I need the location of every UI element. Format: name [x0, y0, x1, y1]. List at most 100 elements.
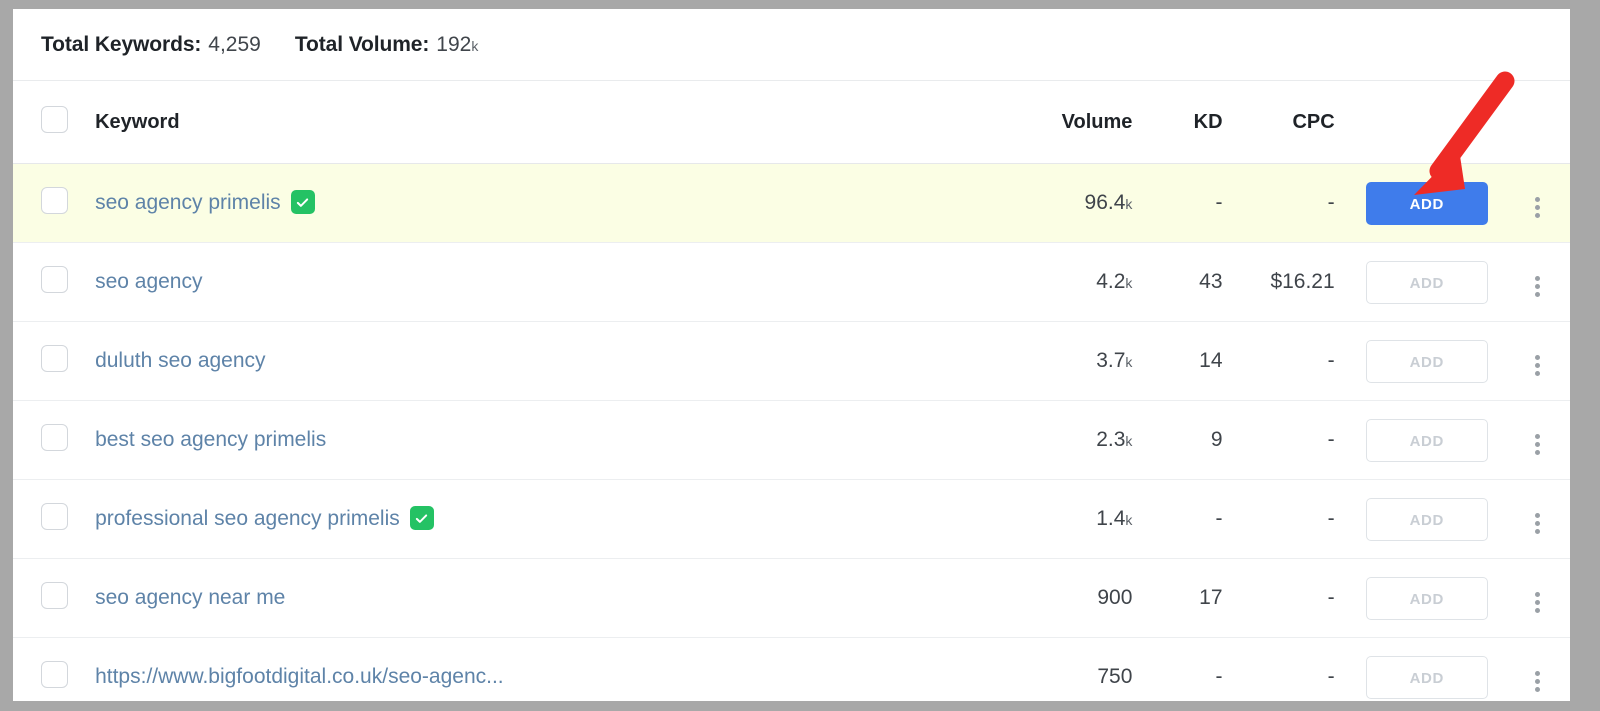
table-row[interactable]: best seo agency primelis 2.3k 9- ADD — [13, 400, 1570, 480]
add-action-cell: ADD — [1346, 637, 1507, 701]
row-menu-cell — [1506, 637, 1570, 701]
column-header-menu — [1506, 81, 1570, 164]
column-header-cpc[interactable]: CPC — [1226, 81, 1347, 164]
kd-cell: - — [1138, 479, 1227, 559]
keyword-link[interactable]: best seo agency primelis — [95, 428, 326, 451]
table-row[interactable]: seo agency 4.2k 43 $16.21 ADD — [13, 242, 1570, 322]
table-header: Keyword Volume KD CPC — [13, 81, 1570, 164]
row-menu-cell — [1506, 400, 1570, 480]
volume-unit: k — [1125, 433, 1133, 449]
summary-bar: Total Keywords: 4,259 Total Volume: 192 … — [13, 9, 1570, 81]
volume-cell: 96.4k — [1022, 163, 1139, 243]
row-select-checkbox[interactable] — [41, 187, 68, 214]
keyword-link[interactable]: seo agency — [95, 270, 202, 293]
volume-cell: 3.7k — [1022, 321, 1139, 401]
volume-value: 900 — [1097, 586, 1133, 609]
cpc-cell: - — [1226, 163, 1347, 243]
add-action-cell: ADD — [1346, 400, 1507, 480]
volume-unit: k — [1125, 275, 1133, 291]
kd-cell: 17 — [1138, 558, 1227, 638]
keyword-cell: duluth seo agency — [85, 321, 1023, 401]
cpc-cell: - — [1226, 558, 1347, 638]
volume-value: 750 — [1097, 665, 1133, 688]
add-button[interactable]: ADD — [1365, 497, 1488, 541]
keyword-cell: seo agency — [85, 242, 1023, 322]
cpc-cell: $16.21 — [1226, 242, 1347, 322]
volume-value: 3.7 — [1096, 349, 1126, 372]
more-options-icon[interactable] — [1535, 591, 1541, 613]
keyword-link[interactable]: https://www.bigfootdigital.co.uk/seo-age… — [95, 665, 504, 688]
total-keywords-stat: Total Keywords: 4,259 — [41, 33, 261, 57]
keyword-link[interactable]: seo agency primelis — [95, 191, 281, 214]
select-all-checkbox[interactable] — [41, 105, 68, 133]
row-select-checkbox[interactable] — [41, 266, 68, 293]
keyword-cell: seo agency primelis — [85, 163, 1023, 243]
add-action-cell: ADD — [1346, 558, 1507, 638]
more-options-icon[interactable] — [1535, 275, 1541, 297]
volume-cell: 2.3k — [1022, 400, 1139, 480]
column-header-volume[interactable]: Volume — [1022, 81, 1139, 164]
table-row[interactable]: https://www.bigfootdigital.co.uk/seo-age… — [13, 637, 1570, 701]
total-volume-unit: k — [471, 37, 479, 54]
more-options-icon[interactable] — [1535, 354, 1541, 376]
row-select-checkbox[interactable] — [41, 345, 68, 372]
row-menu-cell — [1506, 479, 1570, 559]
keyword-panel: Total Keywords: 4,259 Total Volume: 192 … — [13, 9, 1570, 701]
row-menu-cell — [1506, 558, 1570, 638]
kd-cell: - — [1138, 163, 1227, 243]
keyword-link[interactable]: seo agency near me — [95, 586, 285, 609]
table-body: seo agency primelis 96.4k - - ADD seo agency 4… — [13, 163, 1570, 701]
cpc-cell: - — [1226, 400, 1347, 480]
total-keywords-value: 4,259 — [208, 32, 261, 56]
row-select-checkbox[interactable] — [41, 582, 68, 609]
row-select-checkbox[interactable] — [41, 503, 68, 530]
keyword-link[interactable]: professional seo agency primelis — [95, 507, 400, 530]
keyword-cell: best seo agency primelis — [85, 400, 1023, 480]
column-header-kd[interactable]: KD — [1138, 81, 1227, 164]
row-select-cell — [13, 321, 86, 401]
row-select-cell — [13, 637, 86, 701]
header-row: Keyword Volume KD CPC — [13, 81, 1570, 164]
volume-cell: 900 — [1022, 558, 1139, 638]
kd-cell: 43 — [1138, 242, 1227, 322]
kd-cell: 9 — [1138, 400, 1227, 480]
row-menu-cell — [1506, 321, 1570, 401]
row-menu-cell — [1506, 242, 1570, 322]
total-volume-label: Total Volume: — [294, 32, 430, 56]
add-button[interactable]: ADD — [1365, 655, 1488, 699]
volume-value: 4.2 — [1096, 270, 1126, 293]
kd-cell: - — [1138, 637, 1227, 701]
column-header-action — [1346, 81, 1507, 164]
more-options-icon[interactable] — [1535, 433, 1541, 455]
add-button[interactable]: ADD — [1365, 260, 1488, 304]
row-select-cell — [13, 400, 86, 480]
row-select-cell — [13, 163, 86, 243]
volume-value: 1.4 — [1096, 507, 1126, 530]
keyword-link[interactable]: duluth seo agency — [95, 349, 265, 372]
volume-unit: k — [1125, 512, 1133, 528]
row-select-cell — [13, 558, 86, 638]
total-volume-value: 192 — [436, 32, 472, 56]
total-volume-stat: Total Volume: 192 k — [295, 33, 478, 57]
table-row[interactable]: seo agency primelis 96.4k - - ADD — [13, 163, 1570, 243]
add-button[interactable]: ADD — [1365, 418, 1488, 462]
add-button[interactable]: ADD — [1365, 339, 1488, 383]
add-action-cell: ADD — [1346, 242, 1507, 322]
table-row[interactable]: professional seo agency primelis 1.4k - - AD… — [13, 479, 1570, 559]
add-button[interactable]: ADD — [1365, 181, 1488, 225]
table-row[interactable]: duluth seo agency 3.7k 14- ADD — [13, 321, 1570, 401]
more-options-icon[interactable] — [1535, 512, 1541, 534]
table-row[interactable]: seo agency near me 900 17- ADD — [13, 558, 1570, 638]
keywords-table: Keyword Volume KD CPC seo agency primeli… — [13, 81, 1570, 701]
add-button[interactable]: ADD — [1365, 576, 1488, 620]
keyword-cell: https://www.bigfootdigital.co.uk/seo-age… — [85, 637, 1023, 701]
row-select-checkbox[interactable] — [41, 661, 68, 688]
more-options-icon[interactable] — [1535, 196, 1541, 218]
more-options-icon[interactable] — [1535, 670, 1541, 692]
row-select-cell — [13, 242, 86, 322]
add-action-cell: ADD — [1346, 163, 1507, 243]
column-header-keyword[interactable]: Keyword — [85, 81, 1023, 164]
volume-value: 2.3 — [1096, 428, 1126, 451]
row-select-checkbox[interactable] — [41, 424, 68, 451]
volume-cell: 4.2k — [1022, 242, 1139, 322]
